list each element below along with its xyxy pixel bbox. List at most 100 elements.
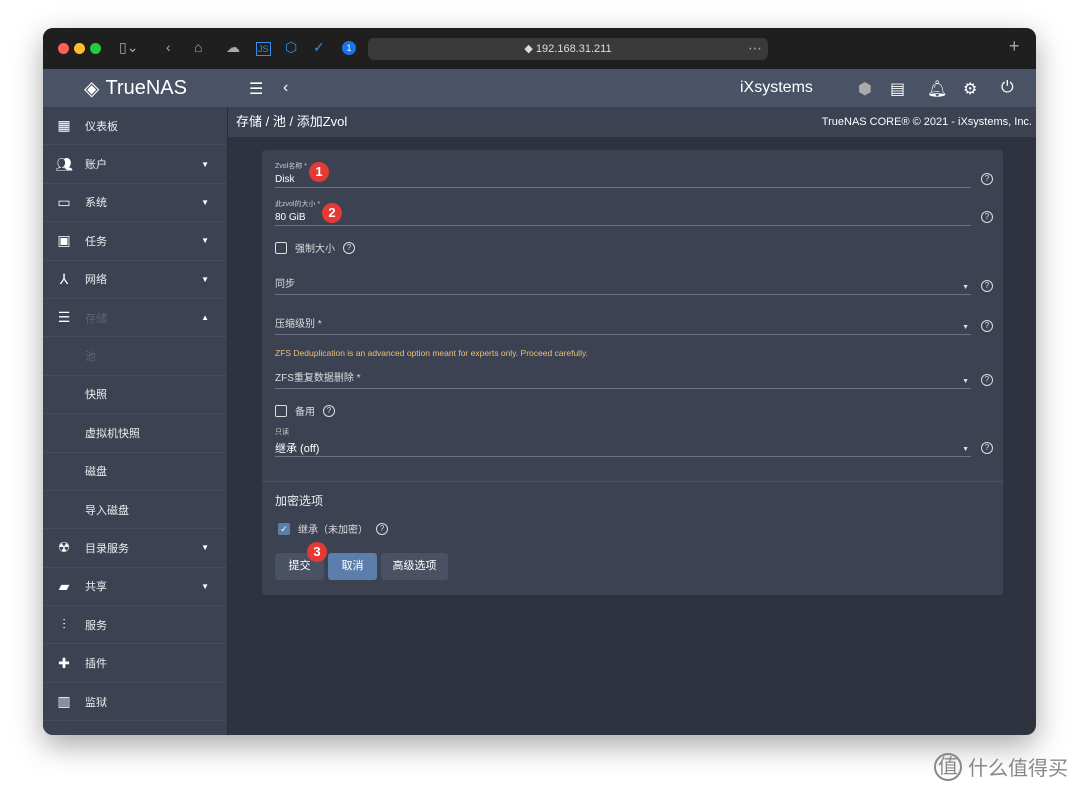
address-bar[interactable]: ◆ 192.168.31.211 xyxy=(368,38,768,60)
minimize-window-button[interactable] xyxy=(74,43,85,54)
sidebar-item-label: 虚拟机快照 xyxy=(85,427,140,440)
sidebar-item[interactable]: ☰ 存储 ▲ xyxy=(43,299,227,338)
zvol-size-field[interactable]: 此zvol的大小 * 80 GiB ? xyxy=(275,199,993,226)
browser-toolbar: ▯⌄ ‹ ⌂ ☁ JS ⬡ ✓ 1 ◆ 192.168.31.211 ⋯ + xyxy=(43,28,1036,69)
sidebar-item[interactable]: 池 xyxy=(43,337,227,376)
gear-icon[interactable]: ⚙ xyxy=(963,79,977,99)
inherit-encryption-label: 继承（未加密） xyxy=(298,525,368,536)
sidebar-item[interactable]: ▣ 任务 ▼ xyxy=(43,222,227,261)
help-icon[interactable]: ? xyxy=(981,211,993,223)
help-icon[interactable]: ? xyxy=(323,404,335,417)
sync-select[interactable]: 同步 ▼? xyxy=(275,275,993,295)
people-icon: 👥︎ xyxy=(55,155,73,172)
bell-icon[interactable]: 🔔︎ xyxy=(927,79,947,99)
collapse-icon[interactable]: ‹ xyxy=(283,79,288,97)
watermark-text: 什么值得买 xyxy=(968,758,1068,780)
directory-icon: ☢ xyxy=(57,539,71,556)
ixsystems-logo[interactable]: iXsystems xyxy=(740,79,813,97)
sidebar-item[interactable]: 虚拟机快照 xyxy=(43,414,227,453)
puzzle-icon: ✚ xyxy=(58,654,70,671)
check-extension-icon[interactable]: ✓ xyxy=(313,39,325,56)
sidebar-item-label: 池 xyxy=(85,351,96,364)
checkbox-box[interactable] xyxy=(275,241,287,254)
sidebar-item[interactable]: ⫶ 服务 xyxy=(43,606,227,645)
url-text: 192.168.31.211 xyxy=(535,43,612,55)
zvol-name-label: Zvol名称 * xyxy=(275,163,307,170)
checkbox-checked[interactable]: ✓ xyxy=(278,522,290,535)
force-size-checkbox[interactable]: 强制大小? xyxy=(275,240,355,255)
sliders-icon: ⫶ xyxy=(62,616,66,633)
menu-icon[interactable]: ☰ xyxy=(249,79,263,99)
annotation-badge-3: 3 xyxy=(307,542,327,562)
help-icon[interactable]: ? xyxy=(981,173,993,185)
advanced-options-button[interactable]: 高级选项 xyxy=(381,553,448,580)
zvol-name-field[interactable]: Zvol名称 * Disk ? xyxy=(275,161,993,188)
copyright: TrueNAS CORE® © 2021 - iXsystems, Inc. xyxy=(821,116,1032,128)
jail-icon: ▥ xyxy=(57,693,71,710)
chevron-down-icon: ▼ xyxy=(201,543,209,553)
chevron-down-icon: ▼ xyxy=(201,236,209,246)
divider xyxy=(262,481,1003,482)
sidebar-item[interactable]: ☢ 目录服务 ▼ xyxy=(43,529,227,568)
compression-select[interactable]: 压缩级别 * ▼? xyxy=(275,315,993,335)
sidebar-toggle-icon[interactable]: ▯⌄ xyxy=(119,39,138,56)
sidebar-item[interactable]: ✚ 插件 xyxy=(43,644,227,683)
help-icon[interactable]: ? xyxy=(981,442,993,454)
sidebar-item-label: 服务 xyxy=(85,619,107,632)
sidebar-item[interactable]: 👥︎ 账户 ▼ xyxy=(43,145,227,184)
readonly-select[interactable]: 只读 继承 (off) ▼? xyxy=(275,427,993,457)
sidebar-item[interactable]: 磁盘 xyxy=(43,453,227,491)
zvol-name-input[interactable]: Disk xyxy=(275,174,971,185)
truenas-logo[interactable]: ◈ TrueNAS xyxy=(43,69,228,107)
chevron-down-icon: ▼ xyxy=(201,197,209,207)
cloud-icon[interactable]: ☁ xyxy=(226,39,240,56)
sidebar-item[interactable]: ▰ 共享 ▼ xyxy=(43,568,227,607)
sidebar-item[interactable]: 导入磁盘 xyxy=(43,491,227,530)
checkbox-box[interactable] xyxy=(275,404,287,417)
dedup-select[interactable]: ZFS重复数据删除 * ▼? xyxy=(275,369,993,389)
list-icon: ☰ xyxy=(57,309,71,326)
more-icon[interactable]: ⋯ xyxy=(748,40,762,57)
sidebar-item[interactable]: ▥ 监狱 xyxy=(43,683,227,722)
cube-extension-icon[interactable]: ⬡ xyxy=(285,39,297,56)
help-icon[interactable]: ? xyxy=(981,280,993,292)
help-icon[interactable]: ? xyxy=(343,241,355,254)
add-zvol-form: Zvol名称 * Disk ? 此zvol的大小 * 80 GiB ? 强制大小… xyxy=(262,150,1003,595)
annotation-badge-1: 1 xyxy=(309,162,329,182)
folder-share-icon: ▰ xyxy=(58,577,70,594)
help-icon[interactable]: ? xyxy=(981,374,993,386)
sidebar-item[interactable]: ▦ 仪表板 xyxy=(43,107,227,146)
zvol-size-input[interactable]: 80 GiB xyxy=(275,212,971,223)
inherit-encryption-checkbox[interactable]: ✓ 继承（未加密）? xyxy=(278,521,388,536)
sidebar-item[interactable]: ⅄ 网络 ▼ xyxy=(43,261,227,299)
force-size-label: 强制大小 xyxy=(295,244,335,255)
dropdown-arrow-icon: ▼ xyxy=(962,378,969,385)
help-icon[interactable]: ? xyxy=(981,320,993,332)
chevron-down-icon: ▼ xyxy=(201,274,209,284)
watermark: 值什么值得买 xyxy=(934,752,1068,781)
maximize-window-button[interactable] xyxy=(90,43,101,54)
app-header: ◈ TrueNAS ☰ ‹ iXsystems ⬢ ▤ 🔔︎ ⚙ ⏻ xyxy=(43,69,1036,107)
back-icon[interactable]: ‹ xyxy=(166,39,171,55)
sparse-label: 备用 xyxy=(295,407,315,418)
site-icon: ◆ xyxy=(524,43,536,55)
sparse-checkbox[interactable]: 备用? xyxy=(275,403,335,418)
brand-text: TrueNAS xyxy=(105,76,187,99)
truecommand-icon[interactable]: ⬢ xyxy=(858,79,872,99)
sidebar-item[interactable]: ▭ 系统 ▼ xyxy=(43,184,227,223)
breadcrumb-current: 添加Zvol xyxy=(296,114,348,129)
home-icon[interactable]: ⌂ xyxy=(194,39,202,55)
power-icon[interactable]: ⏻ xyxy=(1001,79,1014,97)
password-manager-icon[interactable]: 1 xyxy=(342,41,356,55)
sync-label: 同步 xyxy=(275,279,295,290)
sidebar-item-label: 仪表板 xyxy=(85,120,118,133)
sidebar-item[interactable]: 快照 xyxy=(43,376,227,415)
cancel-button[interactable]: 取消 xyxy=(328,553,377,580)
breadcrumb-pool[interactable]: 池 xyxy=(273,114,286,129)
close-window-button[interactable] xyxy=(58,43,69,54)
clipboard-icon[interactable]: ▤ xyxy=(890,79,905,99)
breadcrumb-storage[interactable]: 存储 xyxy=(236,114,262,129)
help-icon[interactable]: ? xyxy=(376,522,388,535)
new-tab-icon[interactable]: + xyxy=(1009,36,1020,57)
js-extension-icon[interactable]: JS xyxy=(256,42,271,56)
